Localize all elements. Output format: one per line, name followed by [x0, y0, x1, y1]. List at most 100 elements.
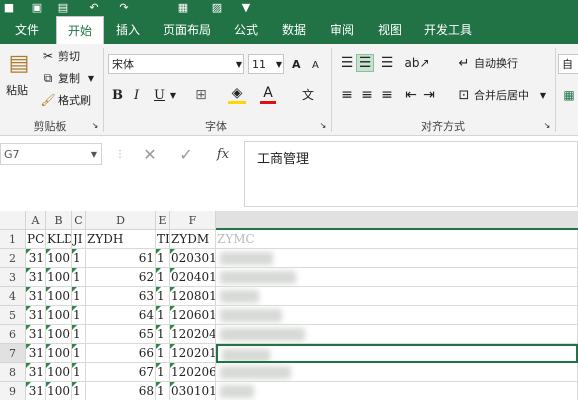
align-left-icon[interactable]: ≡	[338, 86, 356, 104]
conditional-format-icon[interactable]: ▦	[560, 86, 578, 104]
layout-icon[interactable]: ▦	[176, 0, 190, 14]
copy-button[interactable]: 复制	[58, 70, 80, 86]
row-header[interactable]: 4	[0, 287, 26, 306]
cell-b9[interactable]: 100	[46, 382, 72, 400]
cell-c4[interactable]: 1	[72, 287, 86, 306]
cell-f7[interactable]: 120201	[170, 344, 216, 363]
cell-a2[interactable]: 31	[26, 249, 46, 268]
cell-a4[interactable]: 31	[26, 287, 46, 306]
cell-a1[interactable]: PCI	[26, 230, 46, 249]
underline-button[interactable]: U	[154, 86, 165, 104]
cell-b3[interactable]: 100	[46, 268, 72, 287]
row-header[interactable]: 5	[0, 306, 26, 325]
filter-icon[interactable]: ▼	[238, 0, 254, 14]
new-icon[interactable]: ▤	[56, 0, 70, 14]
insert-function-icon[interactable]: fx	[212, 143, 234, 165]
cell-e2[interactable]: 1	[156, 249, 170, 268]
scissors-icon[interactable]: ✂	[40, 48, 56, 64]
cell-a5[interactable]: 31	[26, 306, 46, 325]
cell-e5[interactable]: 1	[156, 306, 170, 325]
copy-icon[interactable]: ⧉	[40, 70, 56, 86]
cell-c7[interactable]: 1	[72, 344, 86, 363]
cell-g9[interactable]	[216, 382, 578, 400]
merge-center-button[interactable]: 合并后居中	[474, 86, 529, 104]
cell-e1[interactable]: TI	[156, 230, 170, 249]
tab-home[interactable]: 开始	[56, 16, 104, 44]
cell-f5[interactable]: 120601	[170, 306, 216, 325]
row-header[interactable]: 7	[0, 344, 26, 363]
drag-handle-icon[interactable]: ⋮	[115, 143, 125, 165]
cell-g2[interactable]	[216, 249, 578, 268]
cell-c9[interactable]: 1	[72, 382, 86, 400]
save-icon[interactable]: ▣	[30, 0, 44, 14]
column-header[interactable]: E	[156, 211, 170, 230]
font-color-icon[interactable]: A	[260, 84, 276, 104]
column-header[interactable]: F	[170, 211, 216, 230]
chevron-down-icon[interactable]: ▼	[538, 88, 548, 102]
chevron-down-icon[interactable]: ▼	[274, 54, 284, 74]
cell-d9[interactable]: 68	[86, 382, 156, 400]
cell-g6[interactable]	[216, 325, 578, 344]
cell-f2[interactable]: 020301	[170, 249, 216, 268]
merge-center-icon[interactable]: ⊡	[456, 86, 472, 104]
select-all-corner[interactable]	[0, 211, 26, 230]
column-header[interactable]: D	[86, 211, 156, 230]
align-top-icon[interactable]: ☰	[338, 54, 356, 72]
cell-b5[interactable]: 100	[46, 306, 72, 325]
cell-d4[interactable]: 63	[86, 287, 156, 306]
row-header[interactable]: 9	[0, 382, 26, 400]
format-painter-button[interactable]: 格式刷	[58, 92, 91, 108]
increase-indent-icon[interactable]: ⇥	[420, 86, 438, 104]
dialog-launcher-icon[interactable]: ↘	[90, 120, 100, 130]
cell-a9[interactable]: 31	[26, 382, 46, 400]
shrink-font-button[interactable]: A	[312, 58, 319, 72]
tab-review[interactable]: 审阅	[320, 14, 364, 44]
cell-g5[interactable]	[216, 306, 578, 325]
cell-a3[interactable]: 31	[26, 268, 46, 287]
cell-b8[interactable]: 100	[46, 363, 72, 382]
cell-e3[interactable]: 1	[156, 268, 170, 287]
row-header[interactable]: 8	[0, 363, 26, 382]
paste-button[interactable]: 粘贴	[6, 82, 28, 98]
row-header[interactable]: 2	[0, 249, 26, 268]
decrease-indent-icon[interactable]: ⇤	[402, 86, 420, 104]
cell-d5[interactable]: 64	[86, 306, 156, 325]
cell-f6[interactable]: 120204	[170, 325, 216, 344]
font-name-select[interactable]: 宋体	[108, 54, 244, 74]
align-right-icon[interactable]: ≡	[378, 86, 396, 104]
tab-view[interactable]: 视图	[368, 14, 412, 44]
tab-data[interactable]: 数据	[272, 14, 316, 44]
row-header[interactable]: 3	[0, 268, 26, 287]
align-center-icon[interactable]: ≡	[358, 86, 376, 104]
italic-button[interactable]: I	[134, 86, 139, 104]
cell-b2[interactable]: 100	[46, 249, 72, 268]
column-header[interactable]: A	[26, 211, 46, 230]
wrap-text-icon[interactable]: ↵	[456, 54, 472, 72]
cell-g4[interactable]	[216, 287, 578, 306]
cell-e7[interactable]: 1	[156, 344, 170, 363]
orientation-icon[interactable]: ab↗	[404, 54, 429, 72]
cell-a6[interactable]: 31	[26, 325, 46, 344]
cell-e9[interactable]: 1	[156, 382, 170, 400]
cell-g3[interactable]	[216, 268, 578, 287]
cell-c8[interactable]: 1	[72, 363, 86, 382]
cell-b6[interactable]: 100	[46, 325, 72, 344]
cell-d6[interactable]: 65	[86, 325, 156, 344]
wrap-text-button[interactable]: 自动换行	[474, 54, 518, 72]
cancel-icon[interactable]: ✕	[140, 143, 160, 165]
cell-f9[interactable]: 030101	[170, 382, 216, 400]
cell-d1[interactable]: ZYDH	[86, 230, 156, 249]
cell-d8[interactable]: 67	[86, 363, 156, 382]
cell-f8[interactable]: 120206	[170, 363, 216, 382]
chevron-down-icon[interactable]: ▼	[88, 143, 100, 165]
column-header[interactable]: B	[46, 211, 72, 230]
align-middle-icon[interactable]: ☰	[356, 54, 374, 72]
cell-c1[interactable]: JI	[72, 230, 86, 249]
phonetic-icon[interactable]: 文	[298, 84, 318, 104]
cell-g1[interactable]: ZYMC	[216, 230, 578, 249]
paste-icon[interactable]: ▤	[6, 48, 32, 78]
cell-c6[interactable]: 1	[72, 325, 86, 344]
borders-icon[interactable]: ⊞	[192, 86, 210, 104]
cell-e6[interactable]: 1	[156, 325, 170, 344]
chevron-down-icon[interactable]: ▼	[86, 70, 96, 86]
